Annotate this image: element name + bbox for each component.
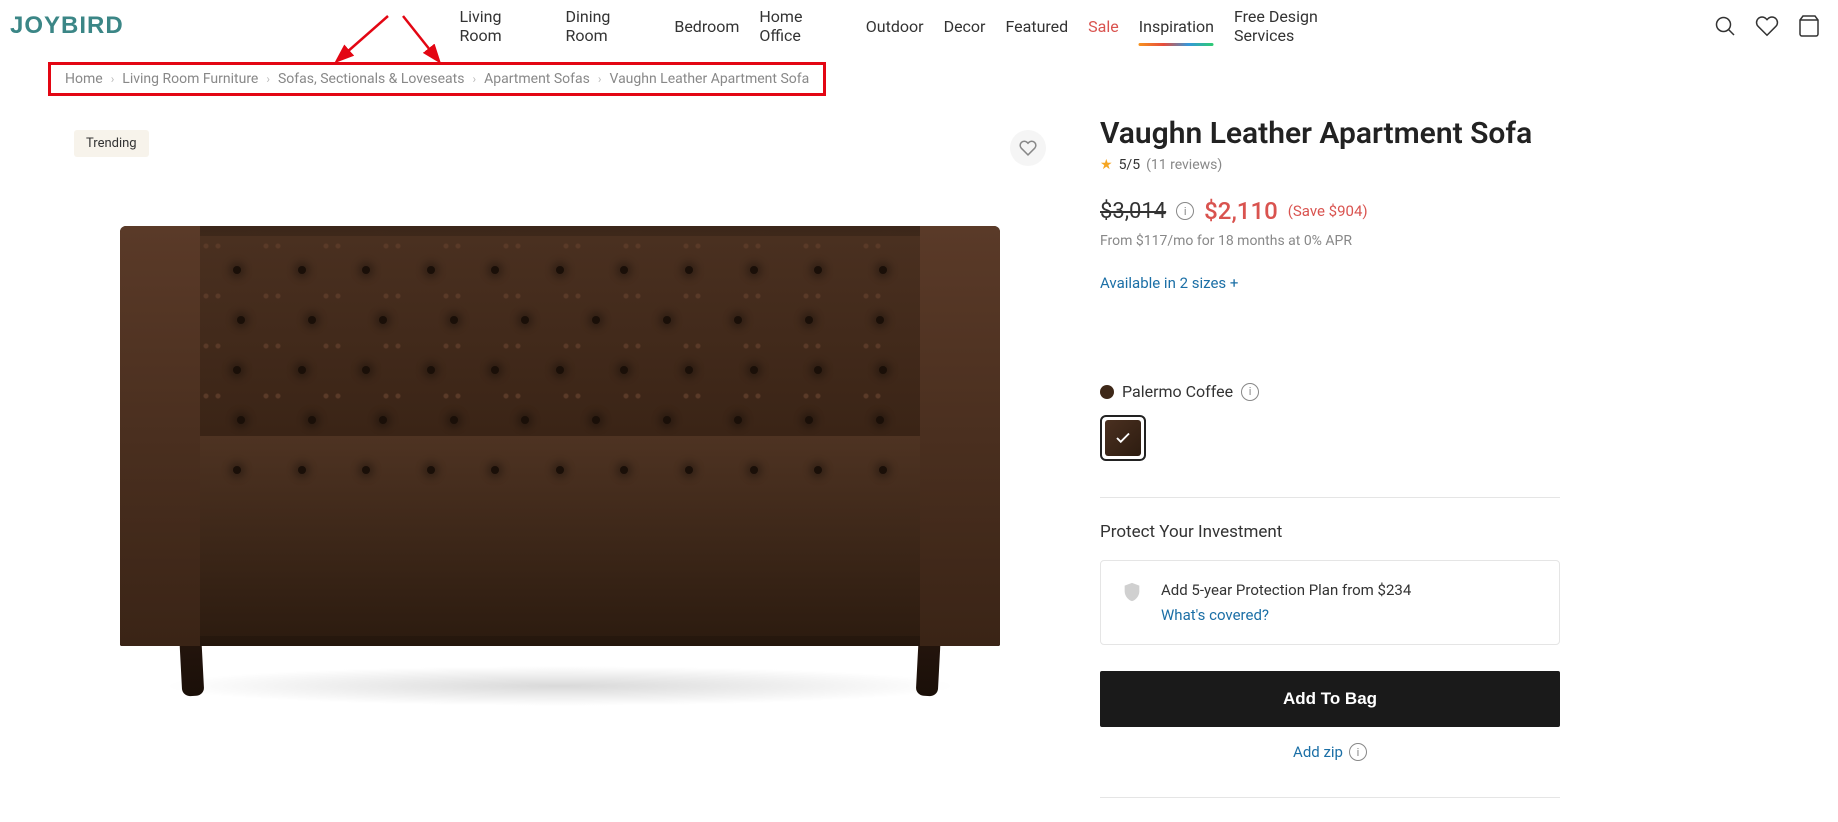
protection-plan-box[interactable]: Add 5-year Protection Plan from $234 Wha… [1100, 560, 1560, 645]
nav-outdoor[interactable]: Outdoor [866, 13, 924, 40]
original-price: $3,014 [1100, 199, 1166, 224]
rating-value: 5/5 [1119, 157, 1141, 173]
protection-heading: Protect Your Investment [1100, 522, 1560, 542]
divider [1100, 497, 1560, 498]
main-nav: Living Room Dining Room Bedroom Home Off… [460, 3, 1379, 49]
nav-design-services[interactable]: Free Design Services [1234, 3, 1379, 49]
protection-coverage-link[interactable]: What's covered? [1161, 604, 1411, 627]
chevron-right-icon: › [598, 72, 602, 86]
add-to-bag-button[interactable]: Add To Bag [1100, 671, 1560, 727]
chevron-right-icon: › [472, 72, 476, 86]
sizes-link[interactable]: Available in 2 sizes + [1100, 274, 1238, 292]
bag-icon[interactable] [1796, 13, 1822, 39]
search-icon[interactable] [1712, 13, 1738, 39]
nav-bedroom[interactable]: Bedroom [674, 13, 739, 40]
nav-featured[interactable]: Featured [1005, 13, 1068, 40]
color-name: Palermo Coffee [1122, 382, 1233, 401]
breadcrumb-home[interactable]: Home [65, 71, 103, 87]
product-title: Vaughn Leather Apartment Sofa [1100, 116, 1560, 151]
star-icon: ★ [1100, 157, 1113, 173]
favorite-button[interactable] [1010, 130, 1046, 166]
product-details: Vaughn Leather Apartment Sofa ★ 5/5 (11 … [1100, 116, 1560, 822]
product-image [120, 226, 1000, 696]
breadcrumb-current: Vaughn Leather Apartment Sofa [609, 71, 809, 87]
divider [1100, 797, 1560, 798]
chevron-right-icon: › [266, 72, 270, 86]
add-zip-link[interactable]: Add zip i [1100, 743, 1560, 761]
chevron-right-icon: › [111, 72, 115, 86]
rating-row[interactable]: ★ 5/5 (11 reviews) [1100, 157, 1560, 173]
nav-inspiration[interactable]: Inspiration [1139, 13, 1214, 40]
wishlist-icon[interactable] [1754, 13, 1780, 39]
nav-home-office[interactable]: Home Office [759, 3, 845, 49]
breadcrumb-sofas[interactable]: Sofas, Sectionals & Loveseats [278, 71, 465, 87]
nav-decor[interactable]: Decor [944, 13, 986, 40]
sale-price: $2,110 [1204, 197, 1278, 225]
brand-logo[interactable]: JOYBIRD [10, 12, 124, 40]
color-dot [1100, 385, 1114, 399]
savings-amount: (Save $904) [1288, 202, 1368, 220]
protection-plan-text: Add 5-year Protection Plan from $234 [1161, 581, 1411, 599]
nav-sale[interactable]: Sale [1088, 13, 1119, 40]
color-swatch-selected[interactable] [1100, 415, 1146, 461]
breadcrumb-living-room[interactable]: Living Room Furniture [122, 71, 258, 87]
info-icon: i [1349, 743, 1367, 761]
breadcrumb-apartment-sofas[interactable]: Apartment Sofas [484, 71, 590, 87]
financing-text: From $117/mo for 18 months at 0% APR [1100, 233, 1560, 249]
info-icon[interactable]: i [1241, 383, 1259, 401]
trending-badge: Trending [74, 130, 149, 157]
shield-icon [1121, 581, 1143, 603]
product-gallery: Trending [60, 116, 1060, 736]
review-count: (11 reviews) [1146, 157, 1222, 173]
nav-living-room[interactable]: Living Room [460, 3, 546, 49]
info-icon[interactable]: i [1176, 202, 1194, 220]
breadcrumb: Home › Living Room Furniture › Sofas, Se… [48, 62, 826, 96]
nav-dining-room[interactable]: Dining Room [565, 3, 654, 49]
